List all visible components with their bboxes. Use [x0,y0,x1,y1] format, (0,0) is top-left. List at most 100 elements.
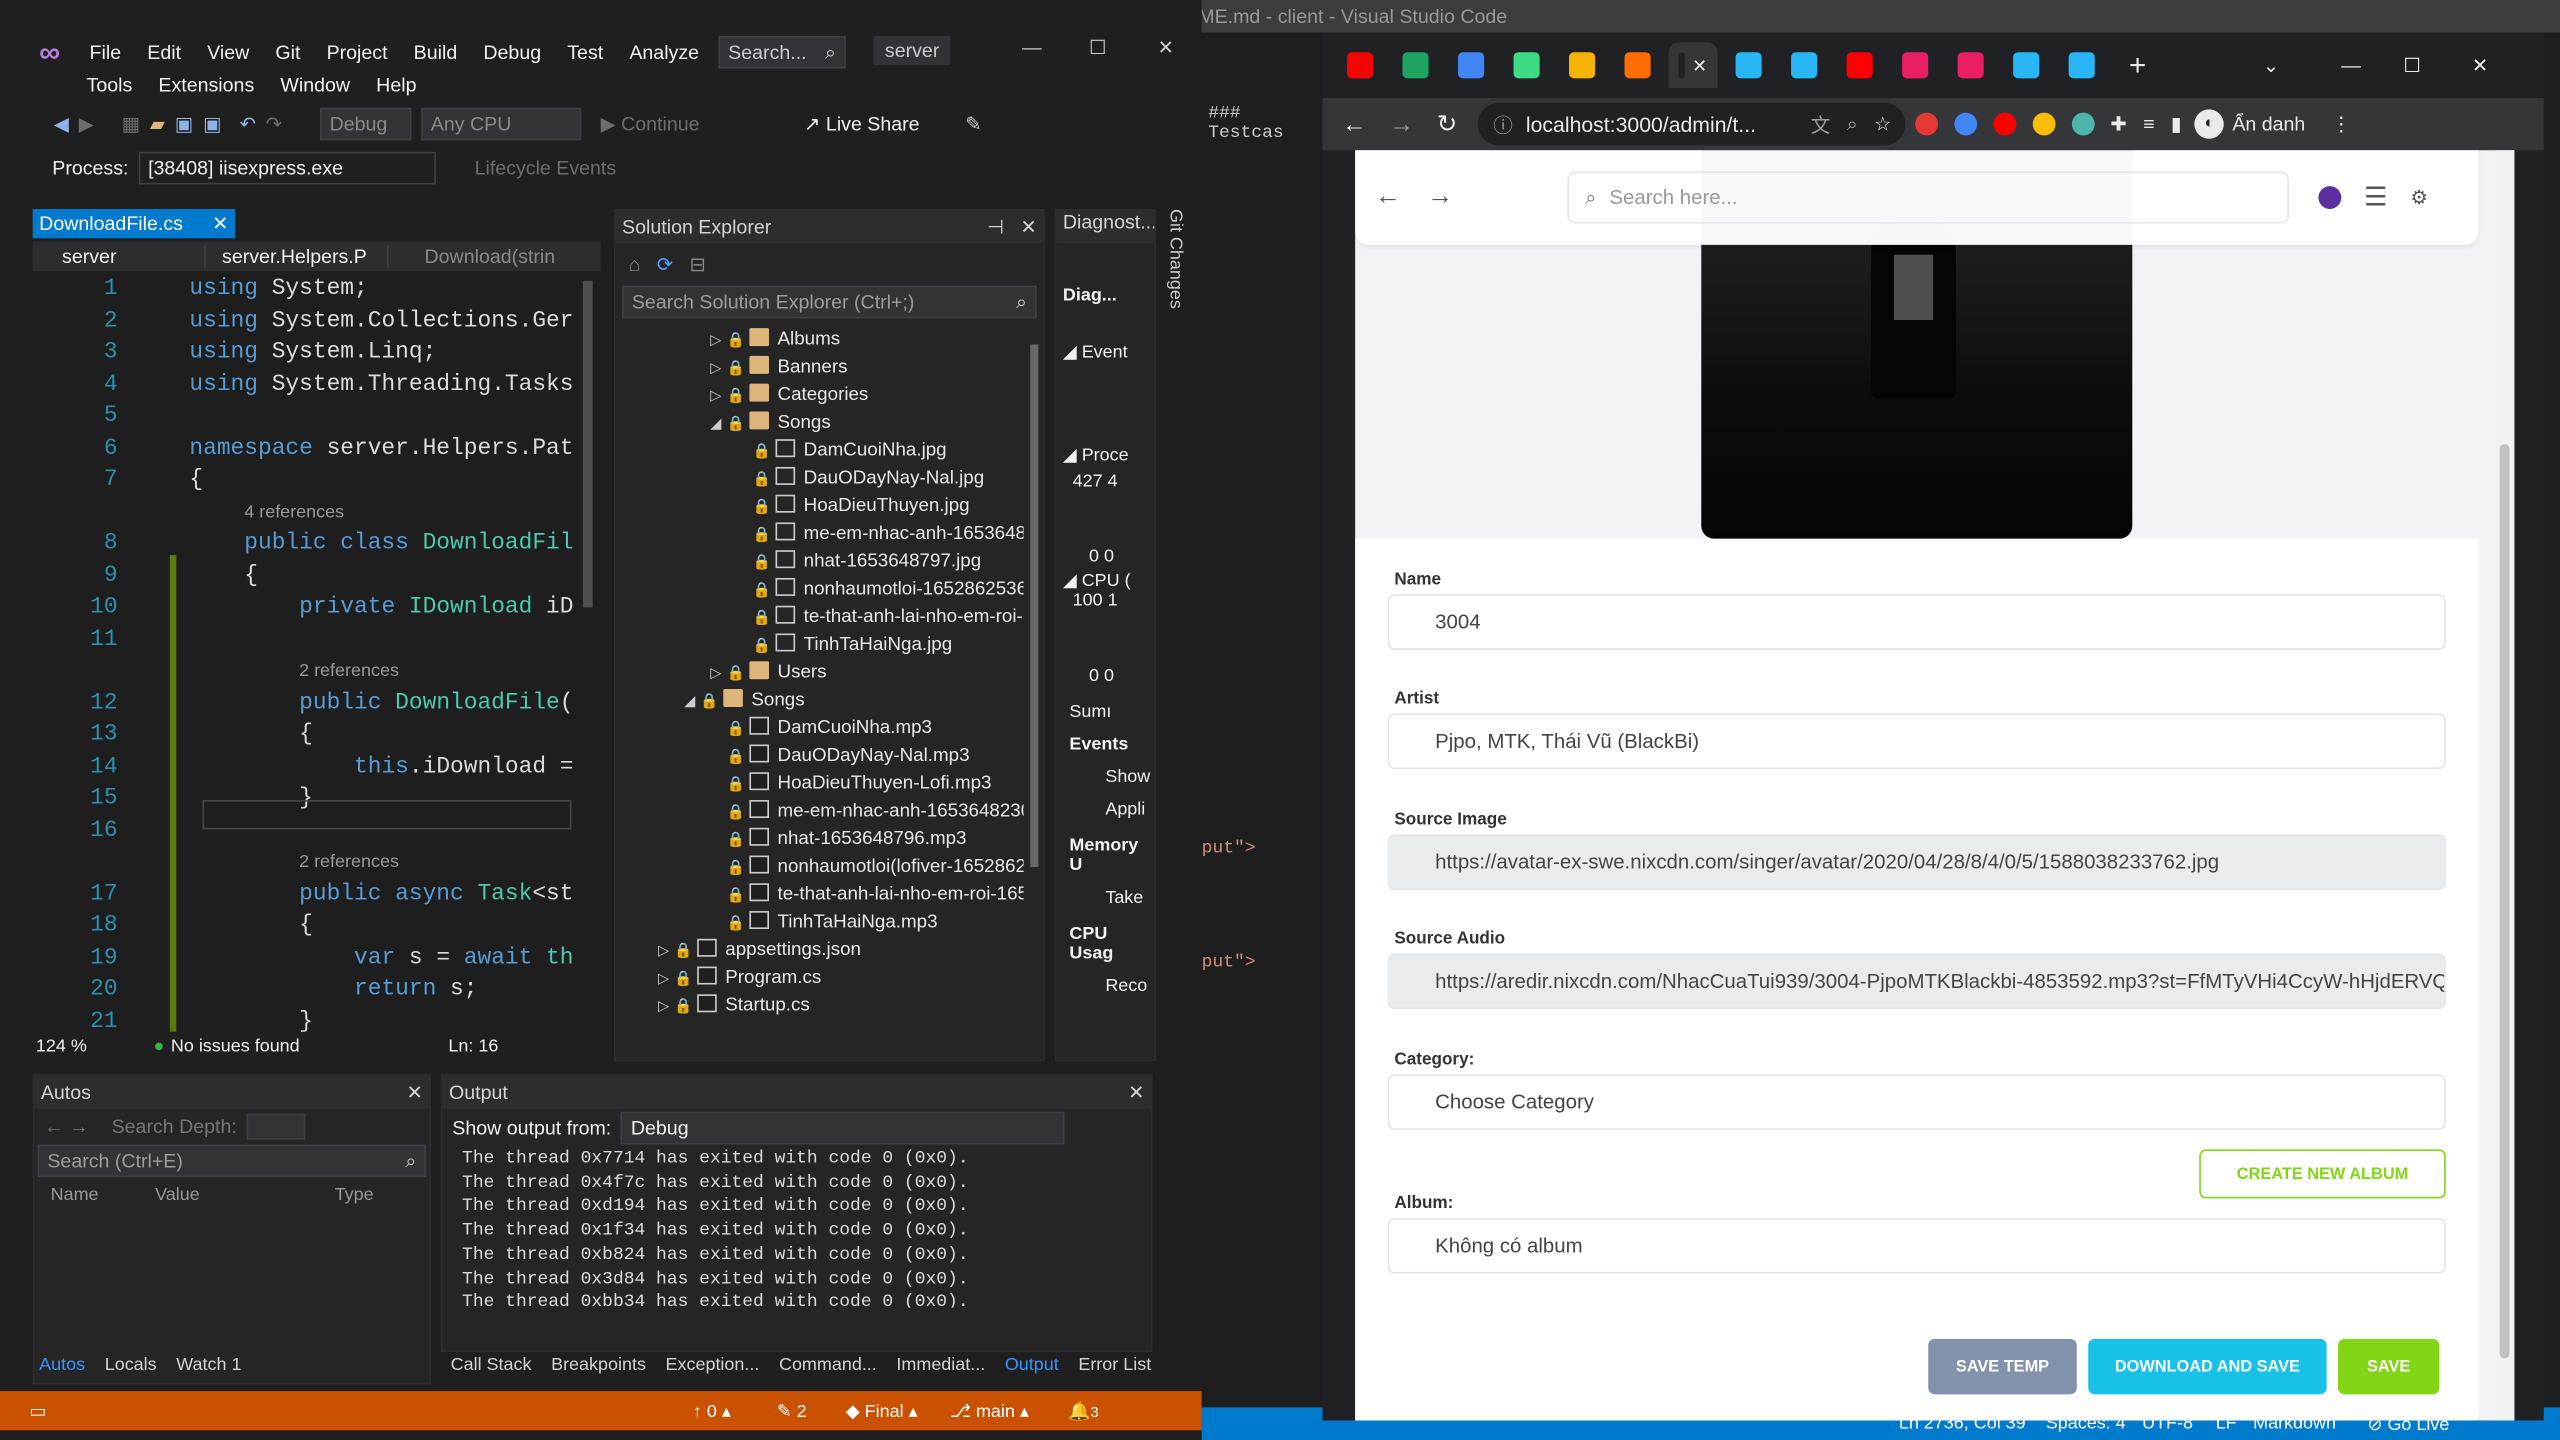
maximize-icon[interactable]: ☐ [1089,36,1107,59]
expander-icon[interactable]: ▷ [658,993,674,1021]
summary-tab[interactable]: Sumı [1056,702,1154,722]
hamburger-icon[interactable]: ☰ [2364,181,2387,214]
download-and-save-button[interactable]: DOWNLOAD AND SAVE [2088,1338,2327,1395]
back-arrow-icon[interactable]: ← [1375,183,1401,212]
col-type[interactable]: Type [335,1185,374,1205]
close-icon[interactable]: ✕ [1158,36,1174,59]
page-scrollbar[interactable] [2494,150,2515,1421]
solution-tree-item[interactable]: 🔒 me-em-nhac-anh-1653648230 [616,798,1024,826]
forward-icon[interactable]: ▶ [79,113,94,136]
bottom-tab[interactable]: Breakpoints [551,1355,646,1375]
browser-tab[interactable] [1502,42,1551,88]
minimize-icon[interactable]: — [2341,54,2361,77]
close-icon[interactable]: ✕ [406,1081,422,1104]
solution-tree-item[interactable]: 🔒 HoaDieuThuyen-Lofi.mp3 [616,771,1024,799]
platform-dropdown[interactable]: Any CPU [421,107,582,141]
source-audio-input[interactable]: https://aredir.nixcdn.com/NhacCuaTui939/… [1387,953,2446,1010]
config-dropdown[interactable]: Debug [319,107,412,141]
live-share-button[interactable]: ↗ Live Share [804,113,920,136]
solution-tree-item[interactable]: ▷ 🔒 Users [616,660,1024,688]
solution-tree-item[interactable]: 🔒 nonhaumotloi(lofiver-1652862 [616,854,1024,882]
name-input[interactable]: 3004 [1387,594,2446,650]
take-snapshot[interactable]: Take [1056,888,1154,908]
menu-item[interactable]: Build [401,41,471,64]
menu-item[interactable]: Extensions [145,73,267,96]
expander-icon[interactable]: ▷ [710,660,726,688]
browser-tab[interactable] [1946,42,1995,88]
open-icon[interactable]: ▰ [150,113,165,136]
expander-icon[interactable]: ▷ [658,937,674,965]
solution-search-input[interactable]: Search Solution Explorer (Ctrl+;) ⌕ [622,285,1037,319]
menu-item[interactable]: Git [262,41,313,64]
solution-tree-item[interactable]: 🔒 nhat-1653648796.mp3 [616,826,1024,854]
solution-tree-item[interactable]: ◢ 🔒 Songs [616,687,1024,715]
lifecycle-events[interactable]: Lifecycle Events [475,157,617,180]
undo-icon[interactable]: ↶ [240,113,256,136]
browser-tab[interactable] [1558,42,1607,88]
solution-tree-item[interactable]: ▷ 🔒 Categories [616,382,1024,410]
repo-selector[interactable]: ◆ Final ▴ [846,1400,918,1422]
extension-icon[interactable] [2032,112,2055,136]
solution-tree-item[interactable]: 🔒 DauODayNay-Nal.jpg [616,465,1024,493]
minimize-icon[interactable]: — [1022,36,1042,59]
editor-scrollbar[interactable] [574,274,601,1032]
menu-item[interactable]: View [194,41,262,64]
output-source-dropdown[interactable]: Debug [621,1111,1066,1145]
artist-input[interactable]: Pjpo, MTK, Thái Vũ (BlackBi) [1387,713,2446,770]
solution-tree-item[interactable]: 🔒 DauODayNay-Nal.mp3 [616,743,1024,771]
translate-icon[interactable]: 文 [1811,110,1831,138]
forward-icon[interactable]: → [1389,110,1413,138]
expander-icon[interactable]: ▷ [710,327,726,355]
references-count[interactable]: 2 references [299,847,399,879]
show-events[interactable]: Show [1056,767,1154,787]
solution-tree-item[interactable]: ▷ 🔒 appsettings.json [616,937,1024,965]
tab-autos[interactable]: Autos [39,1355,85,1375]
solution-tree-item[interactable]: 🔒 nhat-1653648797.jpg [616,549,1024,577]
browser-tab[interactable]: ✕ [1668,42,1718,89]
extension-icon[interactable] [1953,112,1977,136]
vs-search-input[interactable]: Search... ⌕ [718,35,846,69]
zoom-level[interactable]: 124 % [33,1037,154,1057]
playlist-icon[interactable]: ≡ [2143,113,2154,136]
solution-tree-item[interactable]: 🔒 me-em-nhac-anh-1653648 [616,521,1024,549]
expander-icon[interactable]: ▷ [710,354,726,382]
menu-item[interactable]: Tools [73,73,145,96]
expander-icon[interactable]: ▷ [658,965,674,993]
extension-icon[interactable] [1914,112,1938,136]
browser-tab[interactable] [1835,42,1884,88]
page-search-input[interactable]: ⌕ Search here... [1567,171,2290,224]
menu-dots-icon[interactable]: ⋮ [2331,113,2351,136]
extension-icon[interactable] [2071,112,2095,136]
bottom-tab[interactable]: Call Stack [451,1355,532,1375]
save-all-icon[interactable]: ▣ [203,113,222,136]
tab-downloadfile-cs[interactable]: DownloadFile.cs ✕ [32,208,236,239]
back-icon[interactable]: ← [1342,110,1366,138]
menu-item[interactable]: Help [363,73,429,96]
back-icon[interactable]: ◀ [54,113,69,136]
solution-tree-item[interactable]: ▷ 🔒 Startup.cs [616,993,1024,1021]
settings-icon[interactable]: ⚙ [2410,186,2428,209]
theme-icon[interactable] [2318,186,2342,209]
solution-tree-item[interactable]: ▷ 🔒 Banners [616,354,1024,382]
address-bar[interactable]: ⓘ localhost:3000/admin/t... 文 ⌕ ☆ [1476,102,1905,146]
bottom-tab[interactable]: Error List [1078,1355,1151,1375]
solution-tree-item[interactable]: 🔒 TinhTaHaiNga.jpg [616,632,1024,660]
browser-tab[interactable] [1391,42,1440,88]
close-tab-icon[interactable]: ✕ [1692,55,1707,76]
menu-item[interactable]: Test [554,41,616,64]
appli-events[interactable]: Appli [1056,800,1154,820]
sync-icon[interactable]: ⟳ [657,253,673,276]
tab-watch1[interactable]: Watch 1 [176,1355,241,1375]
create-album-button[interactable]: CREATE NEW ALBUM [2199,1149,2446,1199]
browser-tab[interactable] [2057,42,2106,88]
tab-locals[interactable]: Locals [105,1355,157,1375]
autos-search-input[interactable]: Search (Ctrl+E) ⌕ [37,1144,427,1178]
code-editor[interactable]: 1 using System; 2 using System.Collections.… [32,274,588,1032]
source-image-input[interactable]: https://avatar-ex-swe.nixcdn.com/singer/… [1387,834,2446,890]
info-icon[interactable]: ⓘ [1493,110,1513,138]
album-select[interactable]: Không có album [1387,1217,2446,1274]
nav-project[interactable]: server [33,244,206,268]
branch-selector[interactable]: ⎇ main ▴ [950,1400,1029,1422]
browser-tab[interactable] [2002,42,2051,88]
issues-status[interactable]: No issues found [171,1037,416,1057]
